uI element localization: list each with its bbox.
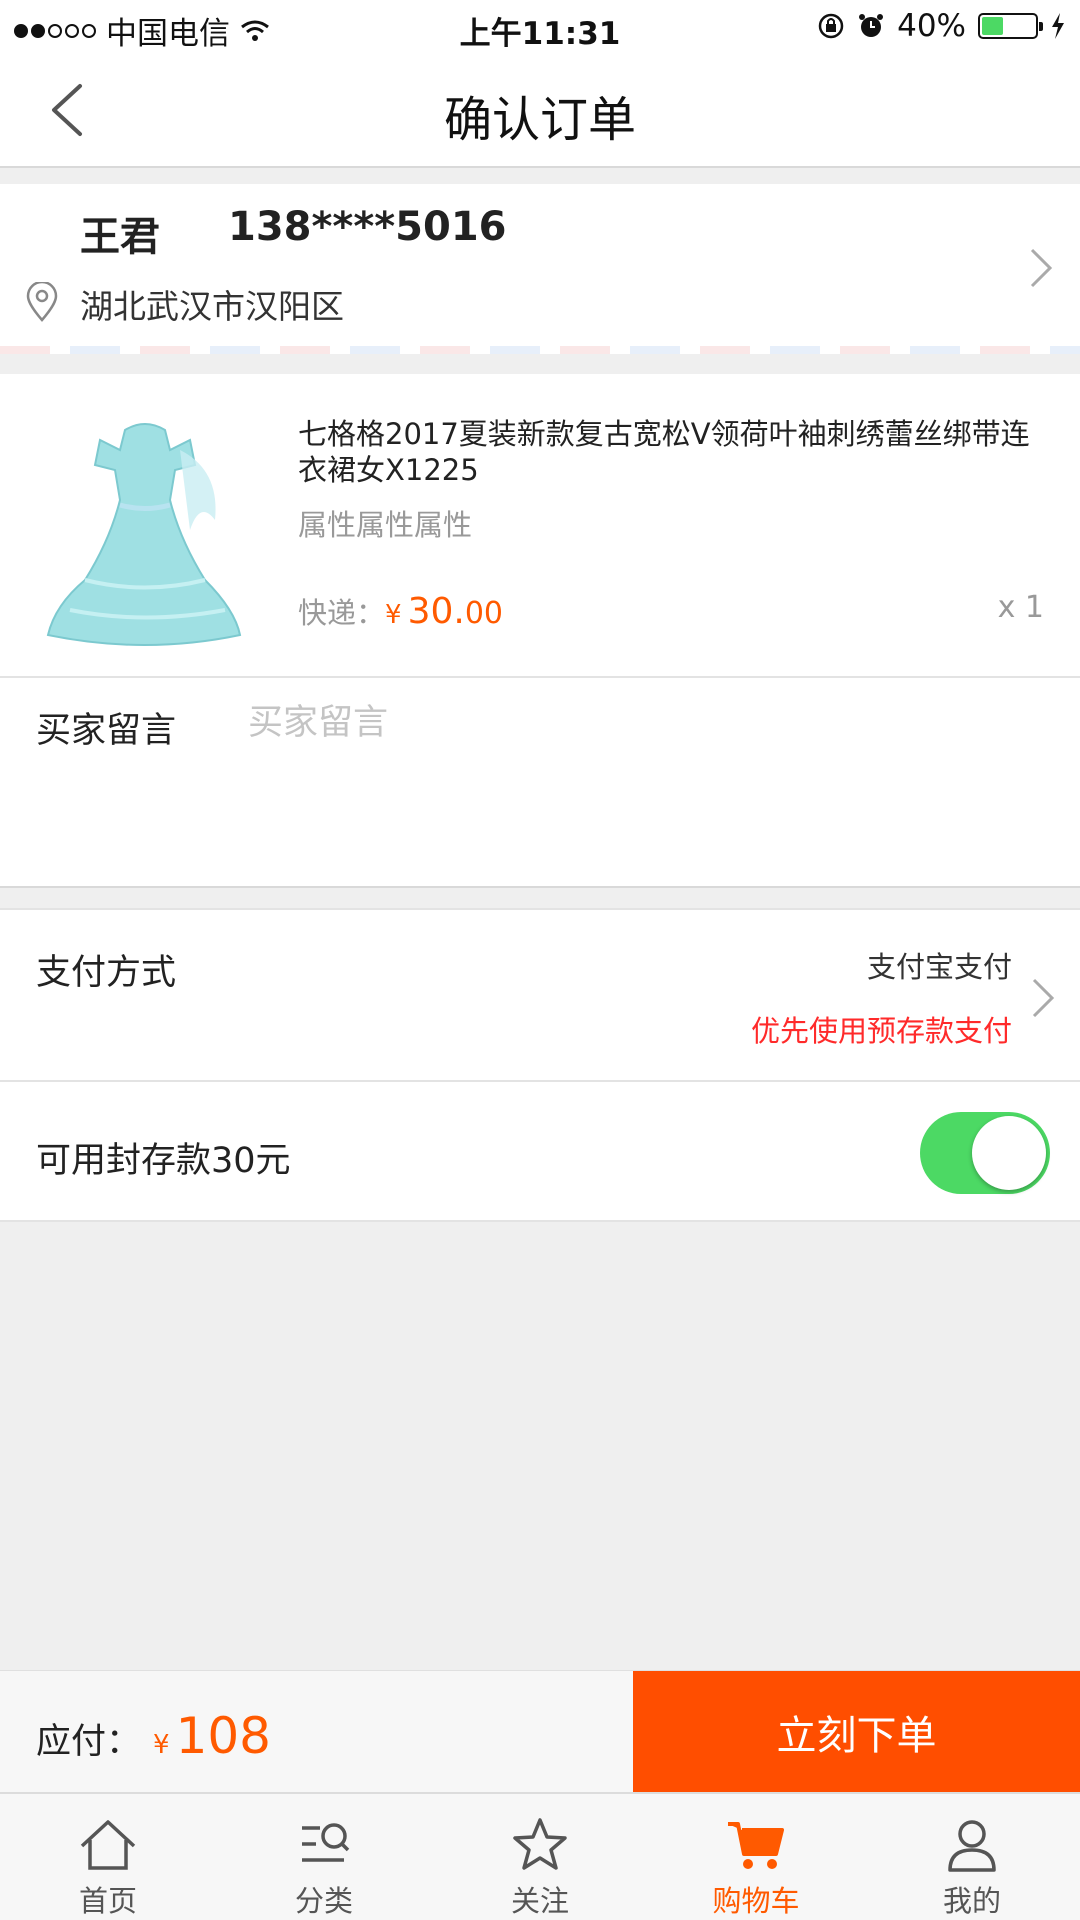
buyer-note-input[interactable] — [248, 698, 1028, 748]
chevron-right-icon — [1032, 978, 1055, 1018]
product-item[interactable]: 七格格2017夏装新款复古宽松V领荷叶袖刺绣蕾丝绑带连衣裙女X1225 属性属性… — [0, 374, 1080, 678]
tab-label: 首页 — [78, 1884, 137, 1918]
battery-percent: 40% — [897, 8, 966, 44]
amount-due-label: 应付： — [36, 1722, 142, 1762]
page-title: 确认订单 — [443, 92, 636, 148]
star-icon — [513, 1818, 567, 1870]
deposit-toggle[interactable] — [920, 1112, 1050, 1194]
chevron-right-icon — [1030, 248, 1053, 288]
buyer-note-label: 买家留言 — [36, 711, 177, 751]
tab-follow[interactable]: 关注 — [432, 1794, 648, 1920]
order-bar: 应付： ¥ 108 立刻下单 — [0, 1670, 1080, 1793]
amount-due: 应付： ¥ 108 — [36, 1707, 271, 1765]
payment-tip: 优先使用预存款支付 — [750, 1014, 1012, 1048]
shipping-label: 快递： — [298, 596, 386, 630]
tab-label: 购物车 — [712, 1884, 800, 1918]
location-pin-icon — [26, 282, 58, 322]
payment-method-value: 支付宝支付 — [866, 950, 1012, 984]
cart-icon — [728, 1822, 784, 1869]
address-card[interactable]: 王君 138****5016 湖北武汉市汉阳区 — [0, 184, 1080, 354]
user-icon — [948, 1820, 996, 1872]
status-bar: 中国电信 上午11:31 40% — [0, 0, 1080, 54]
nav-bar: 确认订单 — [0, 54, 1080, 168]
rotation-lock-icon — [818, 13, 844, 39]
toggle-knob — [972, 1116, 1046, 1190]
tab-home[interactable]: 首页 — [0, 1794, 216, 1920]
recipient-phone: 138****5016 — [228, 204, 507, 250]
recipient-address: 湖北武汉市汉阳区 — [80, 287, 344, 326]
battery-icon — [978, 13, 1043, 39]
deposit-row: 可用封存款30元 — [0, 1082, 1080, 1222]
alarm-icon — [859, 14, 884, 37]
address-divider-strip — [0, 346, 1080, 354]
price-currency: ¥ — [385, 600, 402, 630]
tab-mine[interactable]: 我的 — [864, 1794, 1080, 1920]
battery-fill — [982, 17, 1003, 35]
amount-value: 108 — [175, 1707, 271, 1765]
recipient-name: 王君 — [80, 214, 160, 260]
product-image — [46, 423, 242, 646]
tab-label: 我的 — [942, 1884, 1001, 1918]
tab-bar: 首页 分类 关注 购物车 我的 — [0, 1792, 1080, 1920]
status-right: 40% — [817, 8, 1066, 44]
tab-label: 关注 — [510, 1884, 569, 1918]
product-attributes: 属性属性属性 — [298, 508, 473, 542]
amount-currency: ¥ — [153, 1730, 170, 1760]
price-integer: 30. — [407, 591, 465, 632]
product-price-row: 快递： ¥ 30. 00 — [298, 590, 503, 632]
payment-method-row[interactable]: 支付方式 支付宝支付 优先使用预存款支付 — [0, 908, 1080, 1082]
tab-cart[interactable]: 购物车 — [648, 1794, 864, 1920]
place-order-button[interactable]: 立刻下单 — [633, 1671, 1080, 1793]
product-quantity: x 1 — [997, 590, 1044, 625]
buyer-note-section: 买家留言 — [0, 678, 1080, 888]
tab-label: 分类 — [294, 1884, 353, 1918]
payment-label: 支付方式 — [36, 953, 177, 993]
deposit-label: 可用封存款30元 — [36, 1141, 291, 1181]
product-title: 七格格2017夏装新款复古宽松V领荷叶袖刺绣蕾丝绑带连衣裙女X1225 — [298, 417, 1030, 487]
tab-category[interactable]: 分类 — [216, 1794, 432, 1920]
charging-icon — [1052, 13, 1064, 39]
category-search-icon — [302, 1823, 350, 1862]
home-icon — [80, 1820, 136, 1870]
price-decimal: 00 — [464, 596, 504, 631]
